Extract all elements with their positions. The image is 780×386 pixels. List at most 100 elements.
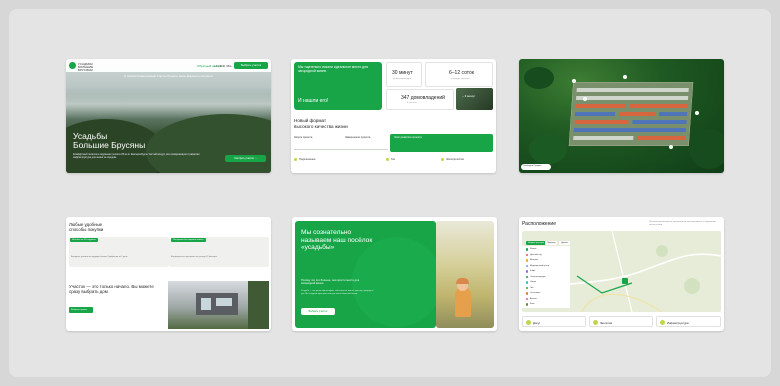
choose-project-button[interactable]: Выбрать проект — [69, 307, 93, 313]
purchase-heading: Любые удобные способы покупки — [69, 222, 103, 233]
stat-value: 6–12 соток — [449, 70, 474, 76]
bullet-icon — [441, 158, 444, 161]
location-heading: Расположение — [522, 221, 556, 227]
about-preview-card[interactable]: Мы сознательно называем наш посёлок «усадь… — [292, 217, 497, 331]
plot-grid[interactable] — [568, 82, 694, 146]
heading-line2: высокого качества жизни — [294, 123, 348, 129]
poi-label: Спортплощадка — [530, 275, 546, 278]
feature-infrastructure[interactable]: Инфраструктура — [656, 316, 721, 327]
feature-label: Досуг — [533, 320, 541, 325]
poi-dot-icon — [526, 297, 529, 301]
brand-name: УСАДЬБЫ БОЛЬШИЕ БРУСЯНЫ — [78, 62, 94, 72]
poi-label: Аптека — [530, 297, 537, 300]
poi-dot-icon — [526, 248, 529, 251]
poi-label: Озеро — [530, 281, 537, 283]
location-subtitle: Посёлок расположен в экологически чистом… — [649, 221, 716, 226]
timeline-start-label: Запуск проекта — [294, 136, 313, 139]
hero-preview-card[interactable]: УСАДЬБЫ БОЛЬШИЕ БРУСЯНЫ Обратный звонок … — [66, 59, 271, 173]
poi-dot-icon — [526, 292, 529, 295]
poi-label: Школа — [530, 248, 537, 250]
hero-title: Усадьбы Большие Брусяны — [73, 132, 145, 150]
tab-infrastructure[interactable]: Инфраструктура — [526, 241, 547, 245]
poi-dot-icon — [526, 275, 529, 279]
infrastructure-icon — [660, 319, 665, 325]
poi-dot-icon — [526, 270, 529, 273]
forest-hill — [146, 114, 271, 173]
forest-area — [689, 129, 724, 169]
footer-item: Электричество — [446, 158, 465, 161]
choose-plot-button[interactable]: Выбрать участок — [234, 62, 268, 69]
about-heading: Мы сознательно называем наш посёлок «усадь… — [301, 229, 372, 252]
tab-roads[interactable]: Дороги — [559, 241, 570, 245]
poi-label: Кафе — [530, 270, 536, 272]
poi-dot-icon — [526, 281, 529, 284]
poi-label: Магазин — [530, 259, 539, 261]
intro-preview-card[interactable]: Мы тщательно искали идеальное место для … — [291, 59, 496, 173]
poi-dot-icon — [526, 259, 529, 262]
intro-text: Мы тщательно искали идеальное место для … — [298, 65, 368, 74]
project-stage-title: Этап развития проекта — [394, 136, 422, 139]
poi-label: Банк — [530, 303, 535, 305]
purchase-preview-card[interactable]: Любые удобные способы покупки Ипотека от … — [66, 217, 271, 331]
main-menu[interactable]: О посёлке Коммуникации Участки Проекты Ц… — [124, 75, 213, 78]
stat-value: 30 минут — [392, 70, 413, 76]
masterplan-preview-card[interactable]: Свободен Продан — [519, 59, 724, 173]
ecology-icon — [593, 319, 598, 325]
map-pin-icon[interactable] — [695, 111, 699, 115]
feature-label: Инфраструктура — [667, 320, 689, 325]
about-choose-plot-button[interactable]: Выбрать участок — [301, 308, 335, 315]
house-window — [216, 298, 232, 306]
feature-leisure[interactable]: Досуг — [522, 316, 586, 327]
village-marker-icon[interactable] — [622, 278, 628, 284]
installment-text: Беспроцентная рассрочка на срок до 12 ме… — [171, 256, 218, 258]
stat-value: 347 домовладений — [401, 95, 445, 101]
poi-label: Остановка — [530, 292, 541, 294]
intro-headline: И нашли его! — [298, 98, 329, 104]
logo-icon — [69, 62, 76, 69]
legend-text: Свободен Продан — [523, 165, 542, 167]
hero-title-line2: Большие Брусяны — [73, 140, 146, 150]
child-figure — [455, 287, 471, 317]
view-plots-button[interactable]: Смотреть участки → — [225, 155, 266, 162]
bullet-icon — [386, 158, 389, 161]
house-window — [201, 298, 211, 310]
footer-item: Газ — [391, 158, 395, 161]
about-description: Усадьба — это целая философия: собственн… — [301, 290, 374, 295]
stat-label: площадь участков — [451, 78, 470, 80]
location-preview-card[interactable]: Расположение Посёлок расположен в эколог… — [519, 217, 724, 331]
installment-tag: Рассрочка без первого взноса — [171, 238, 206, 242]
section-heading: Новый формат высокого качества жизни — [294, 118, 348, 129]
about-heading-line2: называем наш посёлок — [301, 236, 373, 244]
feature-ecology[interactable]: Экология — [589, 316, 653, 327]
heading-line1: Новый формат — [294, 118, 327, 123]
about-heading-line3: «усадьбы» — [301, 244, 335, 252]
choose-project-label: Выбрать проект — [71, 308, 88, 311]
map-pin-icon[interactable] — [669, 145, 673, 149]
about-paragraph: Потому что это больше, чем просто место … — [301, 279, 360, 286]
stat-label: до Екатеринбурга — [393, 78, 412, 80]
stat-label: в посёлке — [407, 102, 417, 104]
mortgage-tag: Ипотека от 6% годовых — [70, 238, 98, 242]
poi-label: Медицинский центр — [530, 264, 550, 267]
feature-label: Экология — [600, 320, 613, 325]
map-pin-icon[interactable] — [572, 79, 576, 83]
lake-photo — [456, 88, 493, 110]
hero-description: Комфортный посёлок в окружении лесов в 2… — [73, 153, 200, 159]
poi-dot-icon — [526, 264, 529, 268]
leisure-icon — [526, 319, 531, 325]
mortgage-text: Выгодные условия от ведущих банков. Одоб… — [71, 256, 128, 258]
poi-label: Детский сад — [530, 253, 542, 256]
stat-value: ~ 3 минут — [462, 94, 476, 98]
timeline-end-label: Завершение проекта — [345, 136, 371, 139]
forest-area — [524, 67, 554, 89]
poi-dot-icon — [526, 253, 529, 257]
tab-nature[interactable]: Природа — [545, 241, 558, 245]
map-pin-icon[interactable] — [583, 97, 587, 101]
house-photo — [168, 281, 269, 329]
bullet-icon — [294, 158, 297, 161]
purchase-heading-line1: Любые удобные — [69, 222, 103, 227]
map-pin-icon[interactable] — [623, 75, 627, 79]
child-hat — [456, 278, 469, 284]
phone-number[interactable]: +7 (343) 361-... — [214, 64, 235, 68]
poi-list: Школа Детский сад Магазин Медицинский це… — [522, 246, 570, 308]
